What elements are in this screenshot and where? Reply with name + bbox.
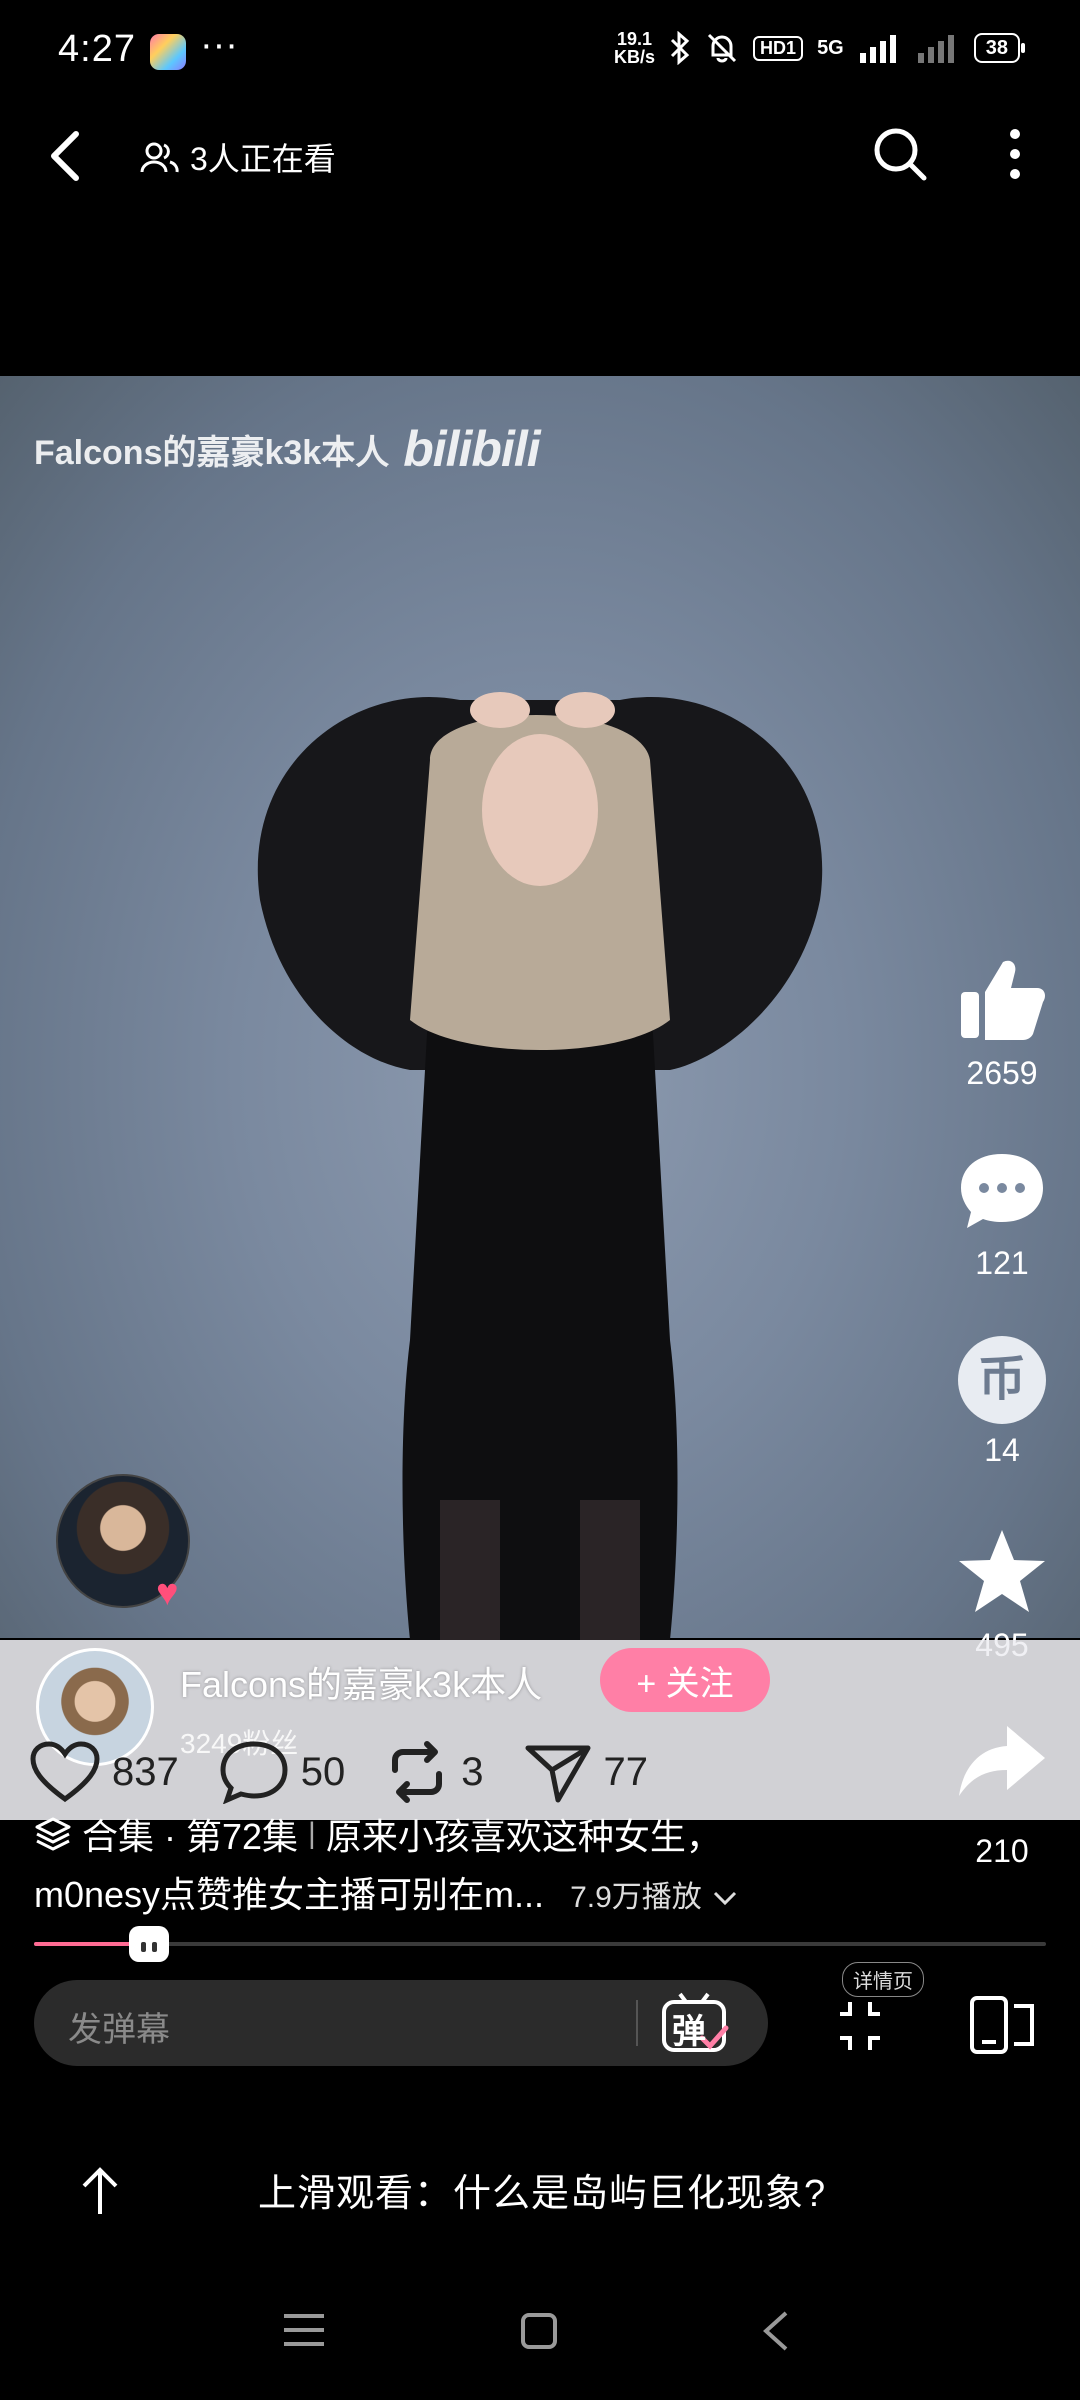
bilibili-logo: bilibili xyxy=(403,421,540,477)
chevron-down-icon[interactable] xyxy=(712,1889,738,1907)
repost-icon xyxy=(392,1741,443,1803)
comment-count: 121 xyxy=(975,1245,1029,1281)
stat-comment-count: 50 xyxy=(300,1749,346,1794)
send-paper-plane-icon xyxy=(525,1745,590,1803)
progress-fill xyxy=(34,1942,133,1946)
title-separator: | xyxy=(308,1817,316,1850)
follow-button[interactable]: + 关注 xyxy=(600,1648,770,1712)
nav-menu-icon[interactable] xyxy=(282,2310,326,2350)
bluetooth-icon xyxy=(670,31,690,65)
stat-send-count: 77 xyxy=(603,1749,649,1794)
video-title-line2[interactable]: m0nesy点赞推女主播可别在m... 7.9万播放 xyxy=(34,1866,738,1918)
more-vertical-icon[interactable] xyxy=(1000,126,1030,182)
video-watermark: Falcons的嘉豪k3k本人 bilibili xyxy=(34,420,541,478)
stat-comment[interactable]: 50 xyxy=(219,1740,346,1804)
viewers-text: 3人正在看 xyxy=(190,141,336,177)
progress-thumb-tv-icon[interactable] xyxy=(129,1925,169,1962)
video-title-line1[interactable]: 合集 · 第72集 | 原来小孩喜欢这种女生， xyxy=(34,1808,722,1860)
stat-repost-count: 3 xyxy=(461,1749,484,1794)
danmaku-placeholder: 发弹幕 xyxy=(68,2011,170,2049)
viewers-indicator: 3人正在看 xyxy=(140,134,336,180)
thumbs-up-icon xyxy=(961,960,1045,1040)
danmaku-toggle-label: 弹 xyxy=(672,2013,706,2051)
hd-badge: HD1 xyxy=(753,35,804,61)
title-text-2: m0nesy点赞推女主播可别在m... xyxy=(34,1874,545,1915)
rail-comment[interactable]: 121 xyxy=(932,1150,1072,1282)
collection-layers-icon xyxy=(35,1817,71,1851)
nav-home-icon[interactable] xyxy=(520,2312,558,2350)
stat-send[interactable]: 77 xyxy=(524,1740,649,1804)
coin-count: 14 xyxy=(984,1432,1020,1468)
screen-rotate-icon[interactable] xyxy=(968,1994,1038,2056)
share-count: 210 xyxy=(975,1833,1029,1869)
stat-like-count: 837 xyxy=(112,1749,179,1794)
stat-like[interactable]: 837 xyxy=(30,1741,179,1803)
tv-face-icon xyxy=(131,1925,167,1960)
stat-repost[interactable]: 3 xyxy=(385,1740,484,1804)
nav-back-icon[interactable] xyxy=(760,2310,790,2352)
rail-like[interactable]: 2659 xyxy=(932,956,1072,1092)
engagement-stats: 837 50 3 77 xyxy=(30,1740,648,1804)
coin-icon: 币 xyxy=(958,1336,1046,1424)
view-count: 7.9万播放 xyxy=(570,1881,702,1914)
game-app-icon xyxy=(150,34,186,70)
star-icon xyxy=(959,1530,1045,1612)
mute-bell-icon xyxy=(707,33,737,63)
rail-share[interactable]: 210 xyxy=(932,1724,1072,1870)
rail-coin[interactable]: 币 14 xyxy=(932,1336,1072,1469)
net-speed: 19.1 KB/s xyxy=(614,29,656,67)
video-frame-subject xyxy=(257,692,823,1640)
people-icon xyxy=(140,142,179,173)
status-time: 4:27 xyxy=(58,28,136,70)
status-more-icon: ··· xyxy=(200,24,238,66)
danmaku-divider xyxy=(636,2000,638,2046)
battery-indicator: 38 xyxy=(973,33,1026,63)
signal-icon xyxy=(859,35,896,63)
next-video-hint[interactable]: 上滑观看：什么是岛屿巨化现象? xyxy=(258,2162,826,2217)
share-arrow-icon xyxy=(959,1726,1045,1796)
danmaku-toggle-button[interactable]: 弹 xyxy=(660,1992,730,2054)
heart-outline-icon xyxy=(30,1741,100,1803)
search-icon[interactable] xyxy=(872,126,928,182)
uploader-name[interactable]: Falcons的嘉豪k3k本人 xyxy=(180,1656,542,1708)
status-indicators: 19.1 KB/s HD1 5G 38 xyxy=(614,29,1026,67)
collection-label[interactable]: 合集 · 第72集 xyxy=(82,1808,298,1860)
watermark-text: Falcons的嘉豪k3k本人 xyxy=(34,433,390,472)
collapse-icon[interactable] xyxy=(836,1998,884,2054)
arrow-up-icon[interactable] xyxy=(78,2166,122,2218)
detail-page-label[interactable]: 详情页 xyxy=(842,1962,924,1997)
like-count: 2659 xyxy=(966,1055,1038,1091)
heart-icon: ♥ xyxy=(156,1572,179,1614)
network-type: 5G xyxy=(817,36,844,59)
title-text-1: 原来小孩喜欢这种女生， xyxy=(325,1816,722,1857)
comment-outline-icon xyxy=(220,1741,288,1804)
back-icon[interactable] xyxy=(44,128,88,184)
progress-track[interactable] xyxy=(34,1942,1046,1946)
signal-weak-icon xyxy=(917,35,954,63)
comment-bubble-icon xyxy=(961,1154,1043,1228)
